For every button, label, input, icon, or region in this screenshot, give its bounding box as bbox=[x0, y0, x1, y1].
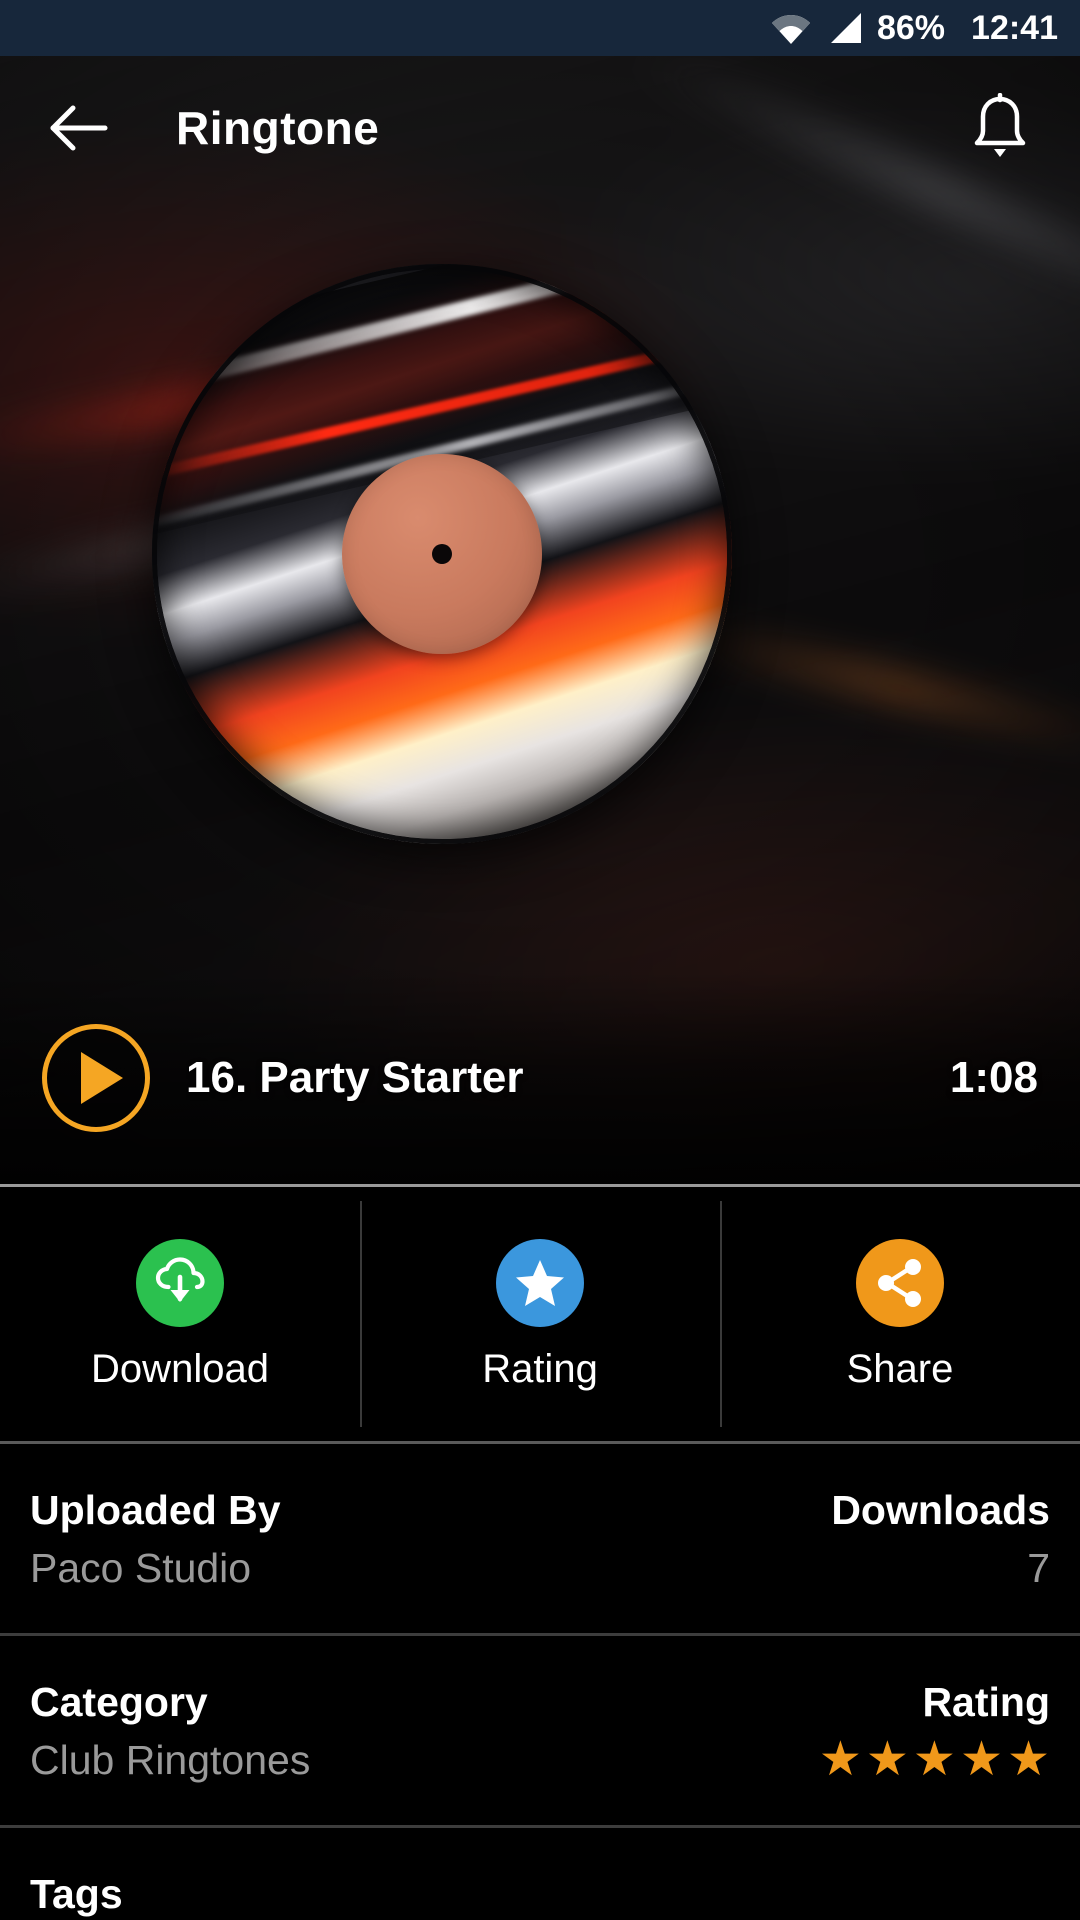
star-icon[interactable]: ★ bbox=[960, 1736, 1003, 1784]
download-button[interactable]: Download bbox=[0, 1187, 360, 1441]
track-title: 16. Party Starter bbox=[186, 1053, 524, 1102]
uploaded-by-label: Uploaded By bbox=[30, 1487, 281, 1533]
hero-section: Ringtone 16. Party Starter 1:08 bbox=[0, 56, 1080, 1184]
track-duration: 1:08 bbox=[949, 1053, 1038, 1102]
bell-icon bbox=[974, 93, 1026, 157]
rating-stars[interactable]: ★ ★ ★ ★ ★ bbox=[819, 1736, 1050, 1784]
info-row-tags: Tags #clubmusic, #partying, #crazynights bbox=[0, 1827, 1080, 1920]
share-label: Share bbox=[846, 1347, 954, 1391]
star-icon bbox=[496, 1239, 584, 1327]
action-bar: Download Rating Share bbox=[0, 1184, 1080, 1444]
category-value: Club Ringtones bbox=[30, 1737, 311, 1784]
player-row: 16. Party Starter 1:08 bbox=[0, 972, 1080, 1184]
downloads-label: Downloads bbox=[831, 1487, 1050, 1533]
play-icon bbox=[81, 1052, 123, 1104]
star-icon[interactable]: ★ bbox=[819, 1736, 862, 1784]
info-row-uploader: Uploaded By Paco Studio Downloads 7 bbox=[0, 1444, 1080, 1636]
battery-percent: 86% bbox=[876, 9, 946, 47]
clock: 12:41 bbox=[971, 9, 1058, 47]
back-button[interactable] bbox=[40, 90, 116, 166]
download-label: Download bbox=[91, 1347, 269, 1391]
wifi-icon bbox=[771, 11, 811, 45]
ringtone-detail-screen: 86% 12:41 Ringtone 16. Party Starter 1:0… bbox=[0, 0, 1080, 1920]
downloads-block: Downloads 7 bbox=[831, 1486, 1050, 1593]
arrow-left-icon bbox=[50, 105, 108, 151]
share-icon bbox=[856, 1239, 944, 1327]
downloads-value: 7 bbox=[1027, 1545, 1050, 1592]
play-button[interactable] bbox=[42, 1024, 150, 1132]
rating-block: Rating ★ ★ ★ ★ ★ bbox=[819, 1678, 1050, 1784]
rating-button[interactable]: Rating bbox=[360, 1187, 720, 1441]
category-block: Category Club Ringtones bbox=[30, 1678, 310, 1785]
page-title: Ringtone bbox=[176, 102, 380, 154]
vinyl-record-artwork bbox=[152, 264, 732, 844]
cloud-download-icon bbox=[136, 1239, 224, 1327]
status-icons bbox=[771, 11, 863, 45]
star-icon[interactable]: ★ bbox=[913, 1736, 956, 1784]
app-bar: Ringtone bbox=[0, 56, 1080, 200]
star-icon[interactable]: ★ bbox=[866, 1736, 909, 1784]
uploaded-by-value: Paco Studio bbox=[30, 1545, 252, 1592]
tags-block: Tags #clubmusic, #partying, #crazynights bbox=[30, 1870, 679, 1920]
uploaded-by-block: Uploaded By Paco Studio bbox=[30, 1486, 281, 1593]
tags-label: Tags bbox=[30, 1870, 123, 1917]
notification-button[interactable] bbox=[960, 88, 1040, 168]
record-spindle-hole bbox=[432, 544, 452, 564]
share-button[interactable]: Share bbox=[720, 1187, 1080, 1441]
info-row-category: Category Club Ringtones Rating ★ ★ ★ ★ ★ bbox=[0, 1635, 1080, 1828]
star-icon[interactable]: ★ bbox=[1007, 1736, 1050, 1784]
category-label: Category bbox=[30, 1678, 208, 1725]
rating-label: Rating bbox=[482, 1347, 598, 1391]
status-bar: 86% 12:41 bbox=[0, 0, 1080, 56]
signal-bars-icon bbox=[827, 11, 863, 45]
rating-label: Rating bbox=[922, 1678, 1050, 1725]
